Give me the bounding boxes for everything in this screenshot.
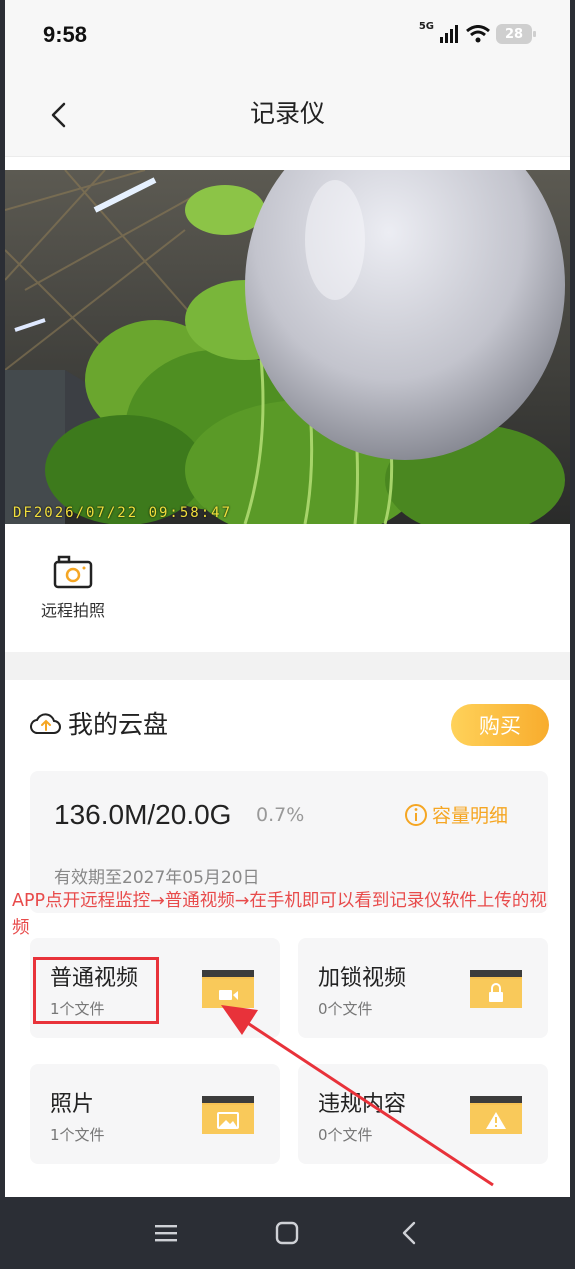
battery-icon: 28 <box>496 24 536 44</box>
warning-folder-icon <box>470 1096 522 1134</box>
tile-title: 加锁视频 <box>318 966 407 991</box>
camera-live-view[interactable]: DF2026/07/22 09:58:47 <box>5 170 570 524</box>
cloud-title-text: 我的云盘 <box>68 710 169 739</box>
camera-frame-image <box>5 170 570 524</box>
square-icon <box>276 1221 299 1245</box>
signal-icon <box>440 25 458 43</box>
home-button[interactable] <box>267 1213 307 1253</box>
storage-percent: 0.7% <box>256 804 305 826</box>
tile-locked-video[interactable]: 加锁视频 0个文件 <box>298 938 548 1038</box>
capacity-detail-label: 容量明细 <box>432 805 509 827</box>
annotation-text: APP点开远程监控→普通视频→在手机即可以看到记录仪软件上传的视频 <box>12 891 547 938</box>
system-nav-bar <box>5 1197 570 1269</box>
tile-title: 违规内容 <box>318 1092 407 1117</box>
buy-button[interactable]: 购买 <box>451 704 549 746</box>
video-folder-icon <box>202 970 254 1008</box>
tile-photos[interactable]: 照片 1个文件 <box>30 1064 280 1164</box>
tile-count: 0个文件 <box>318 1126 373 1144</box>
frame-edge-right <box>570 0 575 1269</box>
network-type-label: 5G <box>418 20 434 32</box>
highlight-box <box>33 957 159 1024</box>
status-time: 9:58 <box>43 22 88 47</box>
lock-folder-icon <box>470 970 522 1008</box>
back-nav-button[interactable] <box>389 1213 429 1253</box>
valid-until: 有效期至2027年05月20日 <box>54 868 260 888</box>
header: 记录仪 <box>5 74 570 157</box>
chevron-left-icon <box>402 1221 416 1245</box>
page-title: 记录仪 <box>249 99 325 128</box>
info-icon <box>405 803 427 826</box>
storage-used: 136.0M/20.0G <box>54 799 232 830</box>
cloud-upload-icon <box>30 713 61 734</box>
image-folder-icon <box>202 1096 254 1134</box>
camera-timestamp: DF2026/07/22 09:58:47 <box>13 505 233 521</box>
tile-title: 照片 <box>50 1092 95 1117</box>
cloud-title: 我的云盘 <box>30 705 168 741</box>
capacity-detail-link[interactable]: 容量明细 <box>404 801 508 828</box>
tile-count: 0个文件 <box>318 1000 373 1018</box>
status-icons: 5G 28 <box>418 20 536 44</box>
camera-icon <box>53 555 93 589</box>
wifi-icon <box>466 25 490 43</box>
remote-photo-label: 远程拍照 <box>40 601 105 620</box>
status-bar: 9:58 5G 28 <box>5 0 570 74</box>
recents-button[interactable] <box>146 1213 186 1253</box>
tile-count: 1个文件 <box>50 1126 105 1144</box>
menu-lines-icon <box>154 1225 177 1242</box>
remote-photo-button[interactable]: 远程拍照 <box>32 555 114 621</box>
tile-violations[interactable]: 违规内容 0个文件 <box>298 1064 548 1164</box>
section-divider <box>5 652 570 680</box>
